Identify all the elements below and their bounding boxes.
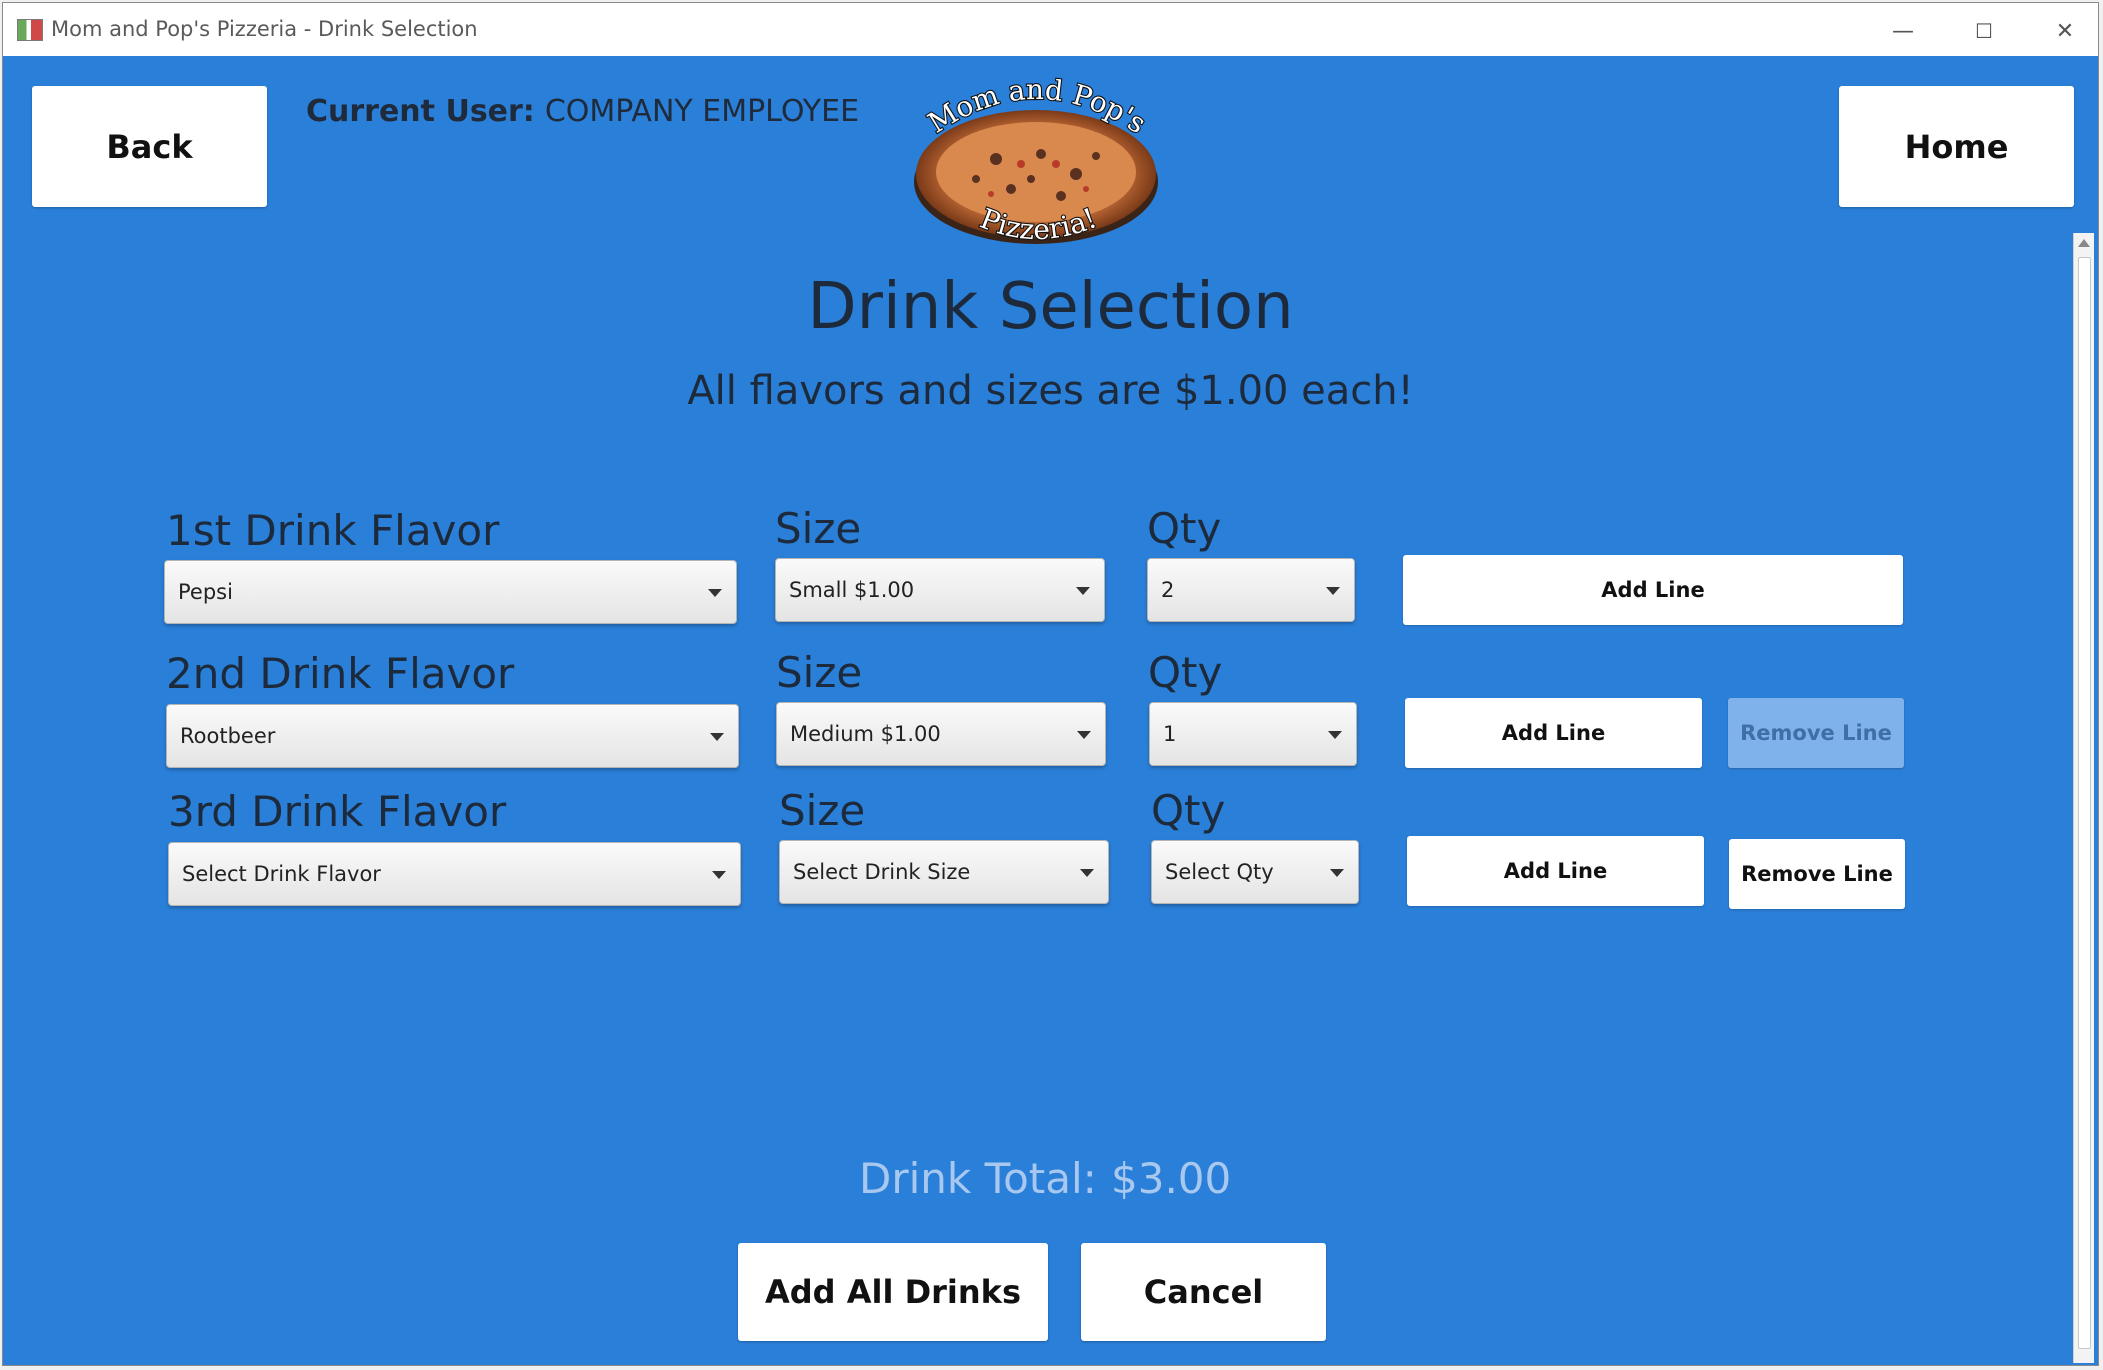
chevron-down-icon xyxy=(708,589,722,597)
app-icon xyxy=(17,19,43,41)
chevron-down-icon xyxy=(1328,731,1342,739)
scroll-up-icon[interactable] xyxy=(2078,239,2090,247)
chevron-down-icon xyxy=(1080,869,1094,877)
chevron-down-icon xyxy=(1330,869,1344,877)
drink-total-value: $3.00 xyxy=(1111,1154,1232,1203)
scrollbar-thumb[interactable] xyxy=(2078,257,2091,1349)
chevron-down-icon xyxy=(1077,731,1091,739)
current-user-label: Current User: xyxy=(306,94,535,129)
flavor-label-3: 3rd Drink Flavor xyxy=(168,787,507,836)
flavor-label-2: 2nd Drink Flavor xyxy=(166,649,515,698)
back-button[interactable]: Back xyxy=(32,86,267,207)
main-content: Back Current User: COMPANY EMPLOYEE Mom … xyxy=(3,58,2098,1365)
vertical-scrollbar[interactable] xyxy=(2073,233,2094,1363)
window-title: Mom and Pop's Pizzeria - Drink Selection xyxy=(51,17,478,41)
add-all-drinks-button[interactable]: Add All Drinks xyxy=(738,1243,1048,1341)
flavor-select-2-value: Rootbeer xyxy=(180,724,276,748)
qty-label-1: Qty xyxy=(1147,504,1222,553)
size-label-3: Size xyxy=(779,786,866,835)
chevron-down-icon xyxy=(710,733,724,741)
remove-line-button-3[interactable]: Remove Line xyxy=(1729,839,1905,909)
size-label-2: Size xyxy=(776,648,863,697)
home-button[interactable]: Home xyxy=(1839,86,2074,207)
size-select-3[interactable]: Select Drink Size xyxy=(779,840,1109,904)
flavor-select-2[interactable]: Rootbeer xyxy=(166,704,739,768)
drink-total-label: Drink Total: xyxy=(859,1154,1097,1203)
qty-select-1[interactable]: 2 xyxy=(1147,558,1355,622)
size-select-3-value: Select Drink Size xyxy=(793,860,971,884)
current-user-value: COMPANY EMPLOYEE xyxy=(544,94,860,129)
qty-select-1-value: 2 xyxy=(1161,578,1175,602)
add-line-button-2[interactable]: Add Line xyxy=(1405,698,1702,768)
size-select-2-value: Medium $1.00 xyxy=(790,722,941,746)
size-label-1: Size xyxy=(775,504,862,553)
chevron-down-icon xyxy=(712,871,726,879)
add-line-button-3[interactable]: Add Line xyxy=(1407,836,1704,906)
minimize-icon[interactable]: — xyxy=(1873,11,1933,51)
current-user: Current User: COMPANY EMPLOYEE xyxy=(306,94,859,129)
remove-line-button-2[interactable]: Remove Line xyxy=(1728,698,1904,768)
close-icon[interactable]: ✕ xyxy=(2035,11,2095,51)
size-select-1[interactable]: Small $1.00 xyxy=(775,558,1105,622)
pizzeria-logo: Mom and Pop's Pizzeria! xyxy=(914,72,1158,247)
chevron-down-icon xyxy=(1076,587,1090,595)
add-line-button-1[interactable]: Add Line xyxy=(1403,555,1903,625)
qty-label-3: Qty xyxy=(1151,786,1226,835)
chevron-down-icon xyxy=(1326,587,1340,595)
maximize-icon[interactable]: ☐ xyxy=(1954,11,2014,51)
flavor-select-1[interactable]: Pepsi xyxy=(164,560,737,624)
qty-select-3-value: Select Qty xyxy=(1165,860,1274,884)
flavor-label-1: 1st Drink Flavor xyxy=(166,506,500,555)
flavor-select-3[interactable]: Select Drink Flavor xyxy=(168,842,741,906)
app-window: Mom and Pop's Pizzeria - Drink Selection… xyxy=(2,2,2099,1366)
qty-select-2[interactable]: 1 xyxy=(1149,702,1357,766)
title-bar: Mom and Pop's Pizzeria - Drink Selection… xyxy=(3,3,2098,58)
size-select-1-value: Small $1.00 xyxy=(789,578,915,602)
cancel-button[interactable]: Cancel xyxy=(1081,1243,1326,1341)
flavor-select-3-value: Select Drink Flavor xyxy=(182,862,381,886)
size-select-2[interactable]: Medium $1.00 xyxy=(776,702,1106,766)
page-subtitle: All flavors and sizes are $1.00 each! xyxy=(687,368,1414,414)
flavor-select-1-value: Pepsi xyxy=(178,580,233,604)
qty-label-2: Qty xyxy=(1148,648,1223,697)
qty-select-3[interactable]: Select Qty xyxy=(1151,840,1359,904)
page-title: Drink Selection xyxy=(807,270,1294,344)
qty-select-2-value: 1 xyxy=(1163,722,1177,746)
